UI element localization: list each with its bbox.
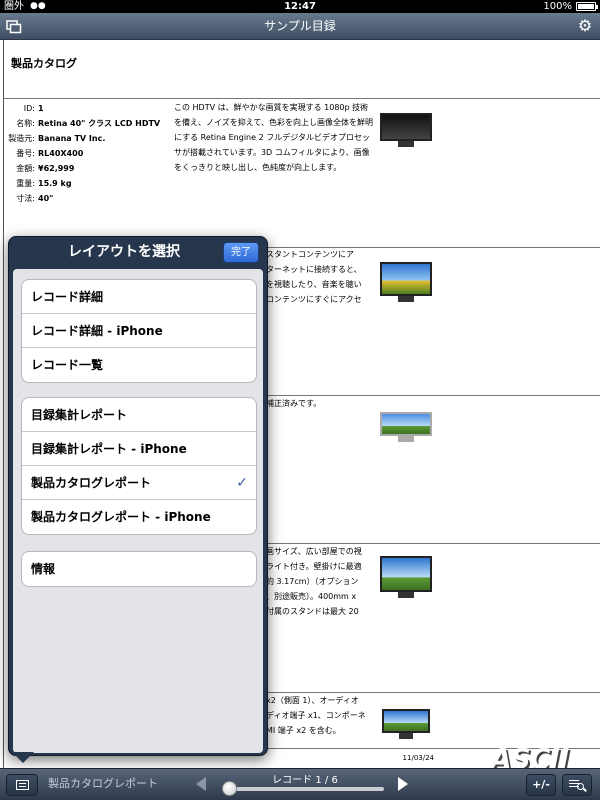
record-description-fragment: 補正済みです。 <box>266 399 322 408</box>
popover-title: レイアウトを選択 <box>68 244 180 260</box>
gear-icon[interactable]: ⚙ <box>576 17 594 35</box>
done-button[interactable]: 完了 <box>223 242 259 263</box>
list-icon <box>16 780 29 790</box>
field-row: 寸法: 40" <box>16 194 54 203</box>
current-layout-label: 製品カタログレポート <box>48 777 158 790</box>
layout-group: 目録集計レポート 目録集計レポート - iPhone 製品カタログレポート ✓ 製… <box>21 397 257 535</box>
layout-list: レコード詳細 レコード詳細 - iPhone レコード一覧 目録集計レポート 目… <box>13 269 263 753</box>
field-row: 重量: 15.9 kg <box>16 179 72 188</box>
layout-item[interactable]: レコード詳細 <box>22 280 256 314</box>
page-title: 製品カタログ <box>11 57 77 70</box>
field-row: 番号: RL40X400 <box>16 149 84 158</box>
battery-icon <box>576 2 598 11</box>
divider <box>4 98 600 99</box>
layout-item-selected[interactable]: 製品カタログレポート ✓ <box>22 466 256 500</box>
nav-bar: サンプル目録 ⚙ <box>0 13 600 40</box>
popover-arrow <box>12 752 34 763</box>
record-description-fragment: スタントコンテンツにア ターネットに接続すると、 を視聴したり、音楽を聴い コン… <box>266 250 362 304</box>
record-description-fragment: 画サイズ、広い部屋での視 ライト付き。壁掛けに最適 約 3.17cm）（オプショ… <box>266 547 362 616</box>
field-row: 製造元: Banana TV Inc. <box>8 134 106 143</box>
record-slider[interactable] <box>222 781 384 796</box>
plus-minus-button[interactable]: +/- <box>526 774 556 796</box>
record-counter: レコード 1 / 6 <box>272 775 338 786</box>
layout-item[interactable]: 目録集計レポート - iPhone <box>22 432 256 466</box>
layout-item[interactable]: 製品カタログレポート - iPhone <box>22 500 256 534</box>
layout-list-button[interactable] <box>6 774 38 796</box>
product-image <box>382 709 430 739</box>
record-description-fragment: x2（側面 1）、オーディオ ディオ端子 x1、コンポーネ MI 端子 x2 を… <box>266 696 366 735</box>
layout-item[interactable]: レコード一覧 <box>22 348 256 382</box>
prev-arrow-icon[interactable] <box>196 777 206 791</box>
product-image <box>380 262 432 302</box>
layout-item[interactable]: 目録集計レポート <box>22 398 256 432</box>
product-image <box>380 412 432 442</box>
field-row: 金額: ¥62,999 <box>16 164 75 173</box>
layout-group: 情報 <box>21 551 257 587</box>
field-row: ID: 1 <box>23 104 44 113</box>
report-date: 11/03/24 <box>402 754 434 762</box>
layout-item[interactable]: レコード詳細 - iPhone <box>22 314 256 348</box>
status-bar: 圏外 ●● 12:47 100% <box>0 0 600 13</box>
checkmark-icon: ✓ <box>236 475 248 491</box>
search-list-icon[interactable] <box>562 774 592 796</box>
layout-popover: レイアウトを選択 完了 レコード詳細 レコード詳細 - iPhone レコード一… <box>8 236 268 756</box>
next-arrow-icon[interactable] <box>398 777 408 791</box>
product-image <box>380 113 432 147</box>
record-description: この HDTV は、鮮やかな画質を実現する 1080p 技術を備え、ノイズを抑え… <box>174 103 373 172</box>
field-row: 名称: Retina 40" クラス LCD HDTV <box>16 119 161 128</box>
product-image <box>380 556 432 598</box>
bottom-toolbar: 製品カタログレポート レコード 1 / 6 +/- <box>0 768 600 800</box>
clock: 12:47 <box>284 1 316 12</box>
popover-header: レイアウトを選択 完了 <box>9 237 267 269</box>
layout-item-info[interactable]: 情報 <box>22 552 256 586</box>
layout-group: レコード詳細 レコード詳細 - iPhone レコード一覧 <box>21 279 257 383</box>
record-fields: ID: 1 名称: Retina 40" クラス LCD HDTV 製造元: Bana… <box>4 101 174 206</box>
nav-title: サンプル目録 <box>264 19 336 33</box>
slider-knob[interactable] <box>222 781 237 796</box>
battery-percent: 100% <box>543 1 572 12</box>
